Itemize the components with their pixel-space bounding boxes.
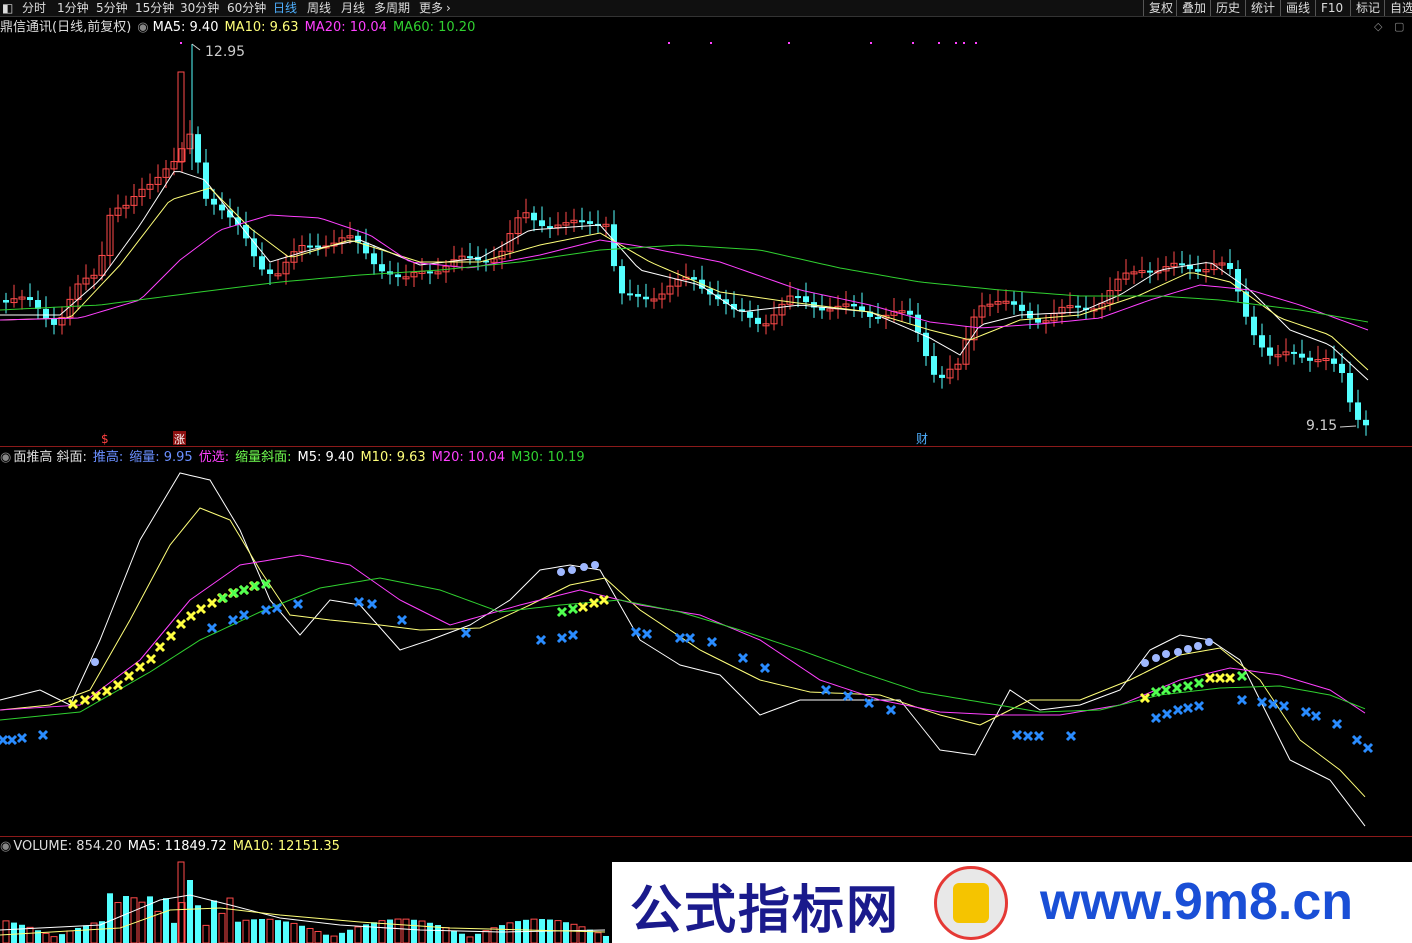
event-marker-limit-up: 涨 [174, 433, 185, 446]
price-ma-lines [0, 171, 1369, 381]
event-marker-dollar: $ [101, 432, 109, 446]
low-price-label: 9.15 [1306, 418, 1337, 434]
price-top-dots [180, 42, 977, 44]
candlesticks [3, 44, 1369, 436]
kline-chart[interactable]: 12.95 9.15 $ 涨 财 [0, 0, 1412, 943]
watermark-brand: 公式指标网 [630, 881, 901, 941]
watermark-logo-icon [934, 866, 1008, 940]
indicator-signals [0, 561, 1374, 754]
volume-bars [0, 861, 609, 943]
watermark-url: www.9m8.cn [1040, 873, 1354, 931]
low-marker: 9.15 [1306, 418, 1357, 434]
event-marker-finance: 财 [916, 432, 928, 446]
high-price-label: 12.95 [205, 44, 245, 60]
indicator-lines [0, 472, 1366, 827]
high-marker: 12.95 [191, 43, 245, 60]
watermark-banner: 公式指标网 www.9m8.cn [612, 862, 1412, 943]
